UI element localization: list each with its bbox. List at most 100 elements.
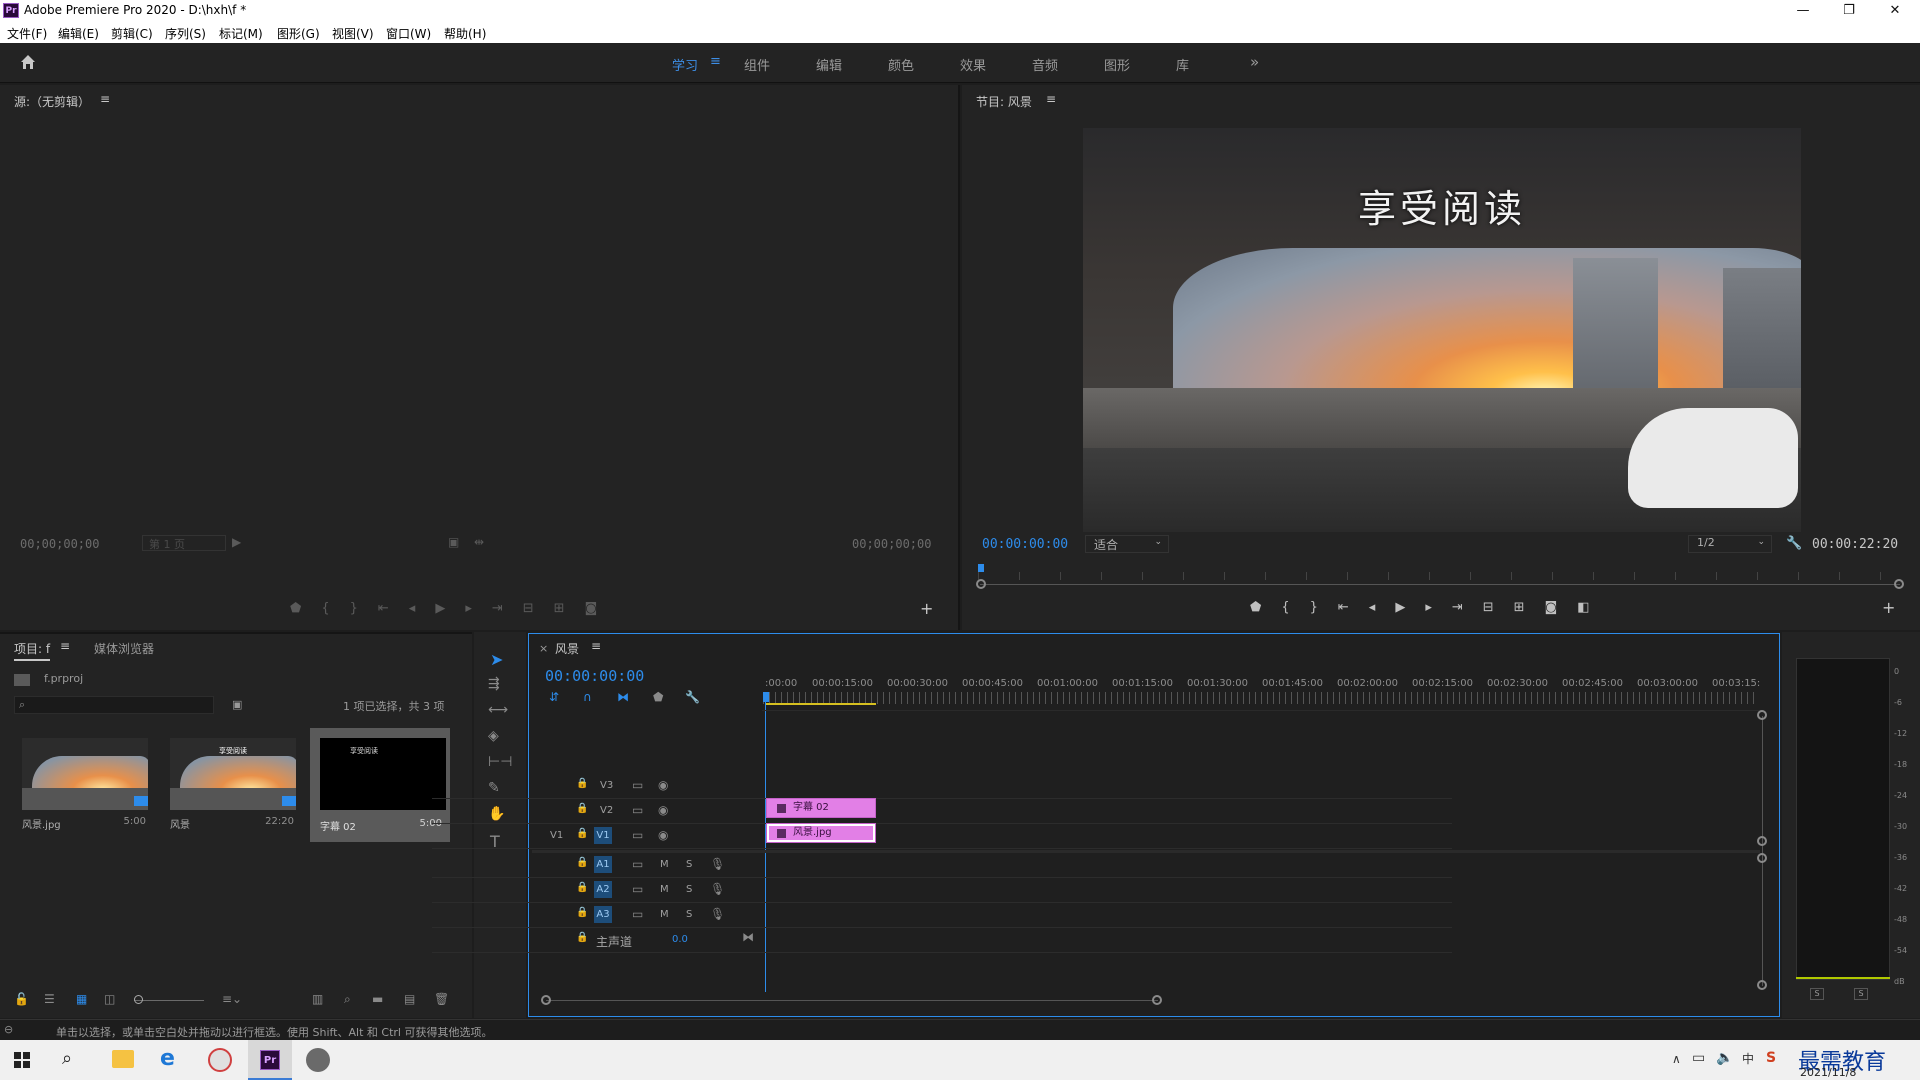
solo-button[interactable]: S	[686, 884, 692, 895]
program-monitor-title[interactable]: 节目: 风景	[976, 93, 1032, 110]
workspace-effects[interactable]: 效果	[960, 55, 986, 74]
add-button-icon[interactable]: +	[920, 599, 933, 618]
eye-icon[interactable]: ◉	[658, 778, 668, 792]
clock-date[interactable]: 2021/11/8	[1800, 1066, 1856, 1079]
lock-icon[interactable]: 🔒	[576, 778, 588, 789]
ripple-edit-tool-icon[interactable]: ⟷	[488, 702, 508, 718]
timeline-tab[interactable]: 风景	[555, 640, 579, 657]
go-to-out-icon[interactable]: ⇥	[1452, 600, 1483, 615]
clip-subtitle[interactable]: 字幕 02	[766, 798, 876, 818]
timeline-ruler-ticks[interactable]	[763, 692, 1758, 704]
solo-button[interactable]: S	[686, 909, 692, 920]
extract-icon[interactable]: ⊞	[1514, 600, 1545, 615]
ime-indicator[interactable]: 中	[1742, 1050, 1754, 1067]
sort-icon[interactable]: ≡⌄	[222, 992, 242, 1006]
new-item-icon[interactable]: ▤	[404, 992, 415, 1006]
nest-icon[interactable]: ⇵	[549, 690, 559, 704]
resolution-dropdown[interactable]: 1/2 ⌄	[1688, 535, 1772, 553]
timeline-horizontal-scrollbar[interactable]	[546, 1000, 1158, 1001]
new-bin-from-search-icon[interactable]: ▣	[232, 698, 242, 711]
project-item[interactable]: 享受阅读 风景 22:20	[162, 730, 302, 840]
maximize-button[interactable]: ❐	[1826, 0, 1872, 22]
playhead[interactable]	[978, 564, 984, 572]
premiere-taskbar-button[interactable]: Pr	[248, 1040, 292, 1080]
mute-button[interactable]: M	[660, 909, 669, 920]
drag-audio-icon[interactable]: ⇹	[474, 535, 484, 549]
program-timecode[interactable]: 00:00:00:00	[982, 537, 1068, 552]
lock-icon[interactable]: 🔒	[576, 857, 588, 868]
mark-in-icon[interactable]: {	[321, 601, 349, 616]
icon-view-icon[interactable]: ▦	[76, 992, 87, 1006]
scroll-handle[interactable]	[1152, 995, 1162, 1005]
add-button-icon[interactable]: +	[1882, 598, 1895, 617]
source-monitor-title[interactable]: 源:（无剪辑）	[14, 93, 90, 110]
volume-icon[interactable]: 🔈	[1716, 1050, 1733, 1066]
scroll-handle[interactable]	[1894, 579, 1904, 589]
edge-browser-icon[interactable]: e	[160, 1046, 175, 1071]
workspace-menu-icon[interactable]: ≡	[710, 54, 721, 69]
microphone-icon[interactable]: 🎙	[710, 907, 725, 921]
marker-icon[interactable]: ⬟	[290, 601, 321, 616]
panel-menu-icon[interactable]: ≡	[591, 639, 601, 653]
close-tab-icon[interactable]: ×	[539, 642, 548, 655]
menu-window[interactable]: 窗口(W)	[386, 25, 431, 42]
list-view-icon[interactable]: ☰	[44, 992, 55, 1006]
lift-icon[interactable]: ⊟	[1483, 600, 1514, 615]
go-to-in-icon[interactable]: ⇤	[1338, 600, 1369, 615]
automate-to-sequence-icon[interactable]: ▥	[312, 992, 323, 1006]
step-forward-icon[interactable]: ▸	[1425, 600, 1452, 615]
workspace-assembly[interactable]: 组件	[744, 55, 770, 74]
lock-icon[interactable]: 🔒	[576, 828, 588, 839]
more-workspaces-icon[interactable]: »	[1250, 53, 1259, 71]
playhead[interactable]	[763, 692, 769, 702]
zoom-slider[interactable]	[134, 1000, 204, 1001]
track-label[interactable]: V3	[600, 780, 613, 791]
eye-icon[interactable]: ◉	[658, 803, 668, 817]
go-to-in-icon[interactable]: ⇤	[378, 601, 409, 616]
track-label[interactable]: V2	[600, 805, 613, 816]
slip-tool-icon[interactable]: ⊢⊣	[488, 754, 512, 770]
tray-chevron-icon[interactable]: ∧	[1672, 1052, 1681, 1066]
mark-out-icon[interactable]: }	[1310, 600, 1338, 615]
overwrite-icon[interactable]: ⊞	[554, 601, 585, 616]
track-target[interactable]: A2	[594, 881, 612, 898]
workspace-graphics[interactable]: 图形	[1104, 55, 1130, 74]
marker-icon[interactable]: ⬟	[1250, 600, 1281, 615]
lock-icon[interactable]: 🔒	[576, 882, 588, 893]
play-icon[interactable]: ▶	[1395, 600, 1425, 615]
solo-button[interactable]: S	[686, 859, 692, 870]
project-item[interactable]: 风景.jpg 5:00	[14, 730, 154, 840]
panel-menu-icon[interactable]: ≡	[60, 639, 70, 653]
play-icon[interactable]: ▶	[435, 601, 465, 616]
panel-menu-icon[interactable]: ≡	[1046, 92, 1056, 106]
close-button[interactable]: ✕	[1872, 0, 1918, 22]
panel-menu-icon[interactable]: ≡	[100, 92, 110, 106]
mark-out-icon[interactable]: }	[350, 601, 378, 616]
workspace-editing[interactable]: 编辑	[816, 55, 842, 74]
lock-icon[interactable]: 🔓	[14, 992, 29, 1006]
scroll-handle[interactable]	[1757, 710, 1767, 720]
selection-tool-icon[interactable]: ➤	[490, 650, 503, 669]
search-icon[interactable]: ⌕	[62, 1048, 72, 1069]
workspace-libraries[interactable]: 库	[1176, 55, 1189, 74]
new-bin-icon[interactable]: ▬	[372, 992, 383, 1006]
track-select-tool-icon[interactable]: ⇶	[488, 676, 500, 692]
trash-icon[interactable]: 🗑	[434, 992, 449, 1006]
minimize-button[interactable]: —	[1780, 0, 1826, 22]
home-icon[interactable]	[18, 53, 38, 71]
lock-icon[interactable]: 🔒	[576, 907, 588, 918]
microphone-icon[interactable]: 🎙	[710, 857, 725, 871]
step-back-icon[interactable]: ◂	[1369, 600, 1396, 615]
zoom-scrollbar[interactable]	[980, 584, 1900, 585]
zoom-dropdown[interactable]: 适合 ⌄	[1085, 535, 1169, 553]
clip-image[interactable]: 风景.jpg	[766, 823, 876, 843]
scroll-handle[interactable]	[1757, 980, 1767, 990]
menu-file[interactable]: 文件(F)	[7, 25, 47, 42]
play-small-icon[interactable]: ▶	[232, 535, 241, 549]
sync-lock-icon[interactable]: ▭	[632, 882, 643, 896]
master-volume[interactable]: 0.0	[672, 934, 688, 945]
windows-start-icon[interactable]	[14, 1052, 30, 1068]
snap-icon[interactable]: ∩	[583, 690, 592, 704]
solo-left-button[interactable]: S	[1810, 988, 1824, 1000]
insert-icon[interactable]: ⊟	[523, 601, 554, 616]
